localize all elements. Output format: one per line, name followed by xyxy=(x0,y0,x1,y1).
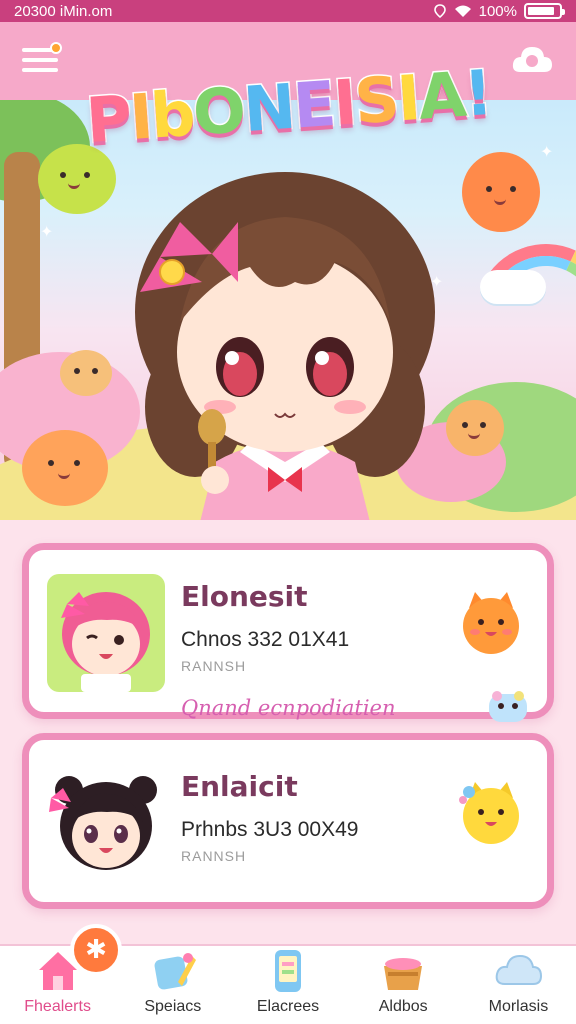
logo-letter: ! xyxy=(460,54,494,132)
nav-item-home[interactable]: ✱ Fhealerts xyxy=(0,924,122,1024)
hero-banner: ✦ ✦ ✦ PIbONEISIA! xyxy=(0,22,576,520)
cloud xyxy=(480,270,546,304)
bottom-navigation: ✱ Fhealerts Speiacs Elacrees Aldbos Morl… xyxy=(0,924,576,1024)
logo-letter: A xyxy=(414,56,468,135)
logo-letter: O xyxy=(189,72,248,151)
sparkle-icon: ✦ xyxy=(40,222,54,241)
apricot-critter xyxy=(446,400,504,456)
nav-item-elacrees[interactable]: Elacrees xyxy=(230,946,345,1024)
nav-item-speiacs[interactable]: Speiacs xyxy=(115,946,230,1024)
sparkle-icon: ✦ xyxy=(540,142,554,161)
nav-label: Morlasis xyxy=(488,998,549,1015)
card-title: Elonesit xyxy=(181,580,308,613)
nav-label: Fhealerts xyxy=(24,998,91,1015)
nav-label: Elacrees xyxy=(256,998,320,1015)
status-icons: 100% xyxy=(433,2,565,20)
card-subtext: RANNSH xyxy=(181,848,247,864)
card-link[interactable]: Qnand ecnpodiatien xyxy=(181,696,396,720)
logo-letter: S xyxy=(351,61,402,140)
card-detail: Chnos 332 01X41 xyxy=(181,628,350,651)
pencil-paper-icon xyxy=(154,953,196,990)
peach-cat-critter xyxy=(22,430,108,506)
rainbow-inner xyxy=(471,239,576,389)
chibi-girl-illustration xyxy=(135,172,435,520)
content-card[interactable]: Elonesit Chnos 332 01X41 RANNSH Qnand ec… xyxy=(22,543,554,722)
content-card[interactable]: Enlaicit Prhnbs 3U3 00X49 RANNSH xyxy=(22,733,554,909)
card-detail: Prhnbs 3U3 00X49 xyxy=(181,818,359,841)
small-peach-critter xyxy=(60,350,112,396)
orange-blob-critter xyxy=(462,152,540,232)
blue-critter-icon xyxy=(489,691,527,722)
star-badge-icon: ✱ xyxy=(70,924,122,976)
profile-cloud-icon[interactable] xyxy=(510,42,554,82)
menu-notification-dot xyxy=(50,42,62,54)
battery-percent: 100% xyxy=(478,2,517,20)
cloud-icon xyxy=(496,954,543,985)
dark-haired-girl-avatar xyxy=(47,764,165,882)
status-bar: 20300 iMin.om 100% xyxy=(0,0,576,22)
orange-cat-mascot-icon xyxy=(463,592,519,654)
nav-label: Aldbos xyxy=(378,998,428,1015)
logo-letter: b xyxy=(147,75,197,154)
card-subtext: RANNSH xyxy=(181,658,247,674)
location-icon xyxy=(433,4,446,18)
battery-fill xyxy=(528,7,554,15)
battery-icon xyxy=(524,3,565,19)
logo-letter: E xyxy=(289,65,337,144)
logo-letter: P xyxy=(82,80,133,159)
card-title: Enlaicit xyxy=(181,770,298,803)
wifi-icon xyxy=(454,5,471,17)
nav-item-aldbos[interactable]: Aldbos xyxy=(346,946,461,1024)
nav-label: Speiacs xyxy=(144,998,202,1015)
nav-item-morlasis[interactable]: Morlasis xyxy=(461,946,576,1024)
yellow-cat-mascot-icon xyxy=(459,782,519,844)
basket-icon xyxy=(384,958,423,990)
logo-letter: N xyxy=(240,68,298,147)
phone-icon xyxy=(275,950,301,992)
pink-haired-girl-avatar xyxy=(47,574,165,692)
status-time: 20300 iMin.om xyxy=(14,2,113,20)
